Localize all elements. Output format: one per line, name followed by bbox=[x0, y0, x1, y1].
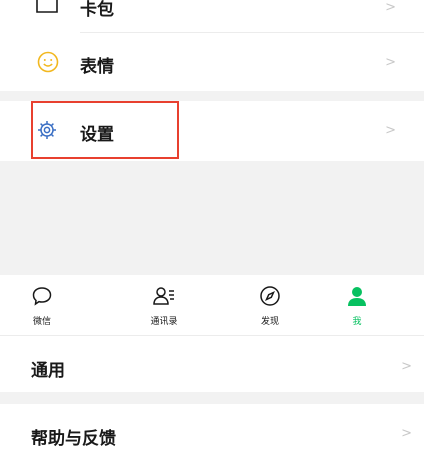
chevron-right-icon: > bbox=[401, 359, 412, 374]
chevron-right-icon: > bbox=[385, 55, 396, 70]
section-separator bbox=[0, 392, 424, 404]
chevron-right-icon: > bbox=[385, 0, 396, 15]
gear-icon bbox=[36, 119, 58, 145]
tab-chats[interactable]: 微信 bbox=[2, 281, 82, 327]
section-separator bbox=[0, 91, 424, 101]
card-icon bbox=[35, 0, 59, 20]
chat-bubble-icon bbox=[2, 281, 82, 311]
settings-item-label: 帮助与反馈 bbox=[31, 429, 116, 449]
menu-item-settings[interactable]: 设置 > bbox=[0, 101, 424, 161]
settings-item-general[interactable]: 通用 > bbox=[0, 335, 424, 392]
settings-item-help[interactable]: 帮助与反馈 > bbox=[0, 404, 424, 449]
tab-me[interactable]: 我 bbox=[317, 281, 397, 327]
chevron-right-icon: > bbox=[401, 426, 412, 441]
compass-icon bbox=[230, 281, 310, 311]
tab-label: 通讯录 bbox=[150, 317, 178, 327]
tab-label: 发现 bbox=[260, 317, 279, 327]
tab-discover[interactable]: 发现 bbox=[230, 281, 310, 327]
menu-item-label: 设置 bbox=[80, 125, 114, 145]
empty-area bbox=[0, 161, 424, 275]
menu-item-stickers[interactable]: 表情 > bbox=[0, 33, 424, 91]
tab-label: 微信 bbox=[32, 317, 51, 327]
settings-item-label: 通用 bbox=[31, 361, 65, 381]
menu-item-label: 表情 bbox=[80, 57, 114, 77]
chevron-right-icon: > bbox=[385, 123, 396, 138]
contacts-icon bbox=[124, 281, 204, 311]
person-icon bbox=[317, 281, 397, 311]
tab-bar: 微信 通讯录 发现 我 bbox=[0, 275, 424, 335]
tab-label: 我 bbox=[352, 317, 362, 327]
menu-item-label: 卡包 bbox=[80, 0, 114, 20]
menu-item-card[interactable]: 卡包 > bbox=[0, 0, 424, 32]
smiley-icon bbox=[37, 51, 59, 77]
tab-contacts[interactable]: 通讯录 bbox=[124, 281, 204, 327]
